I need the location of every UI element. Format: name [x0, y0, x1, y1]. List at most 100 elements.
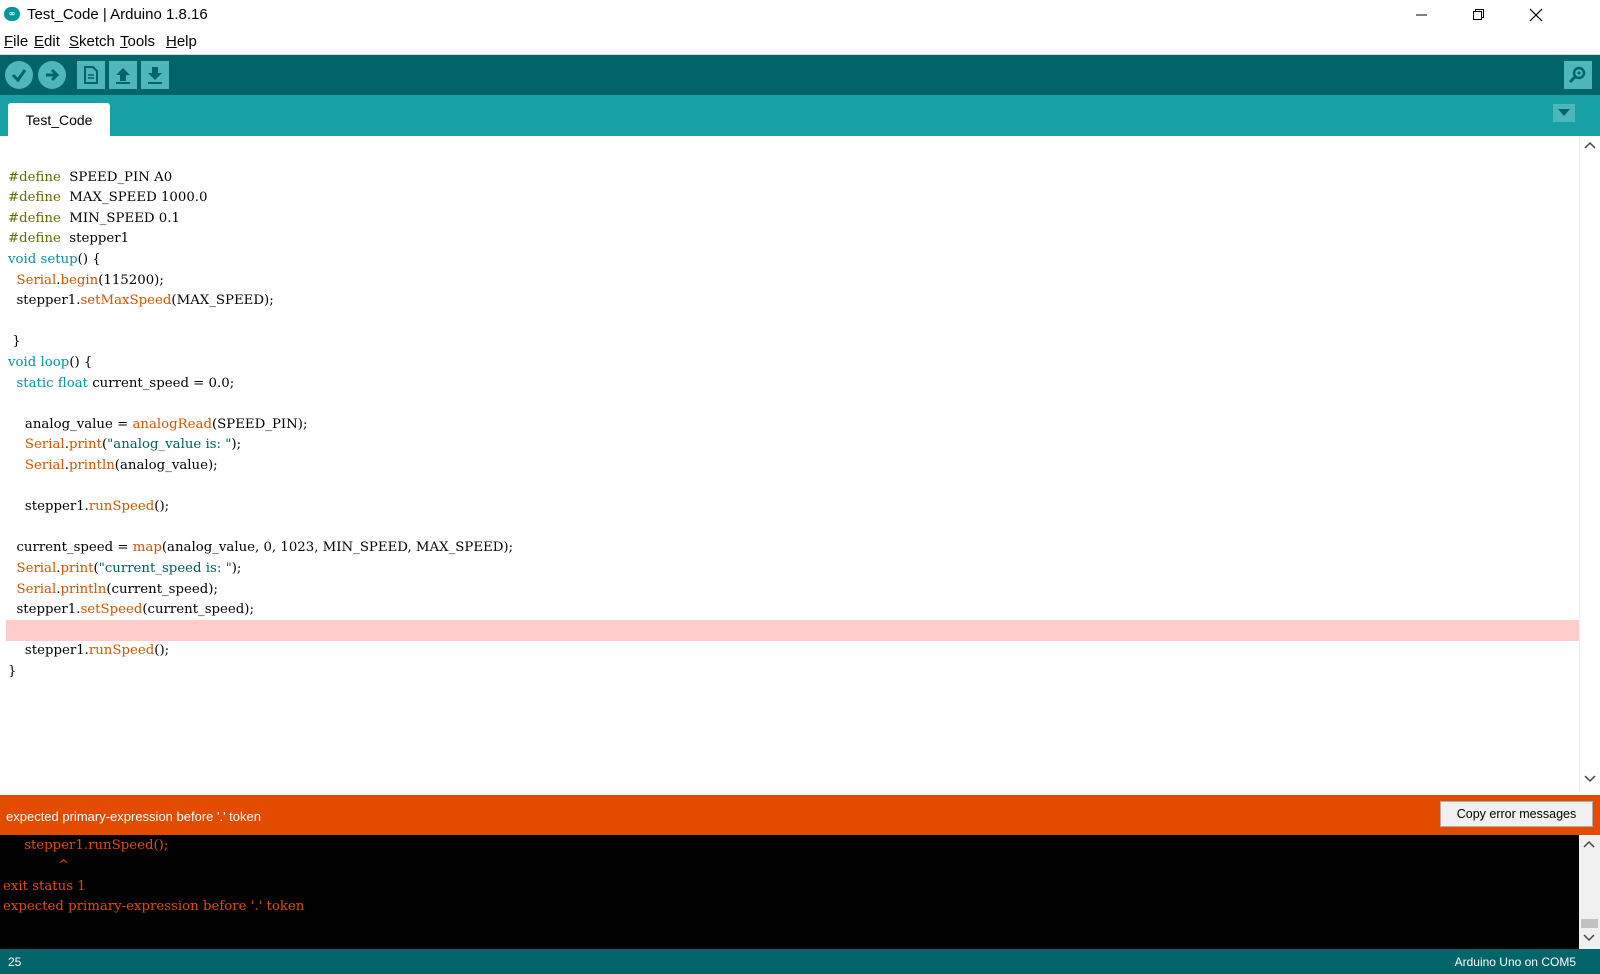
restore-button[interactable]	[1451, 0, 1507, 30]
magnifier-icon	[1568, 66, 1586, 84]
code-line: analog_value = analogRead(SPEED_PIN);	[8, 414, 308, 435]
code-line: #define MAX_SPEED 1000.0	[8, 187, 208, 208]
code-line: current_speed = map(analog_value, 0, 102…	[8, 537, 513, 558]
code-token: }	[8, 664, 17, 679]
code-token: (current_speed);	[142, 602, 254, 618]
code-line: void setup() {	[8, 249, 101, 270]
console-scroll-thumb[interactable]	[1581, 919, 1598, 928]
code-token: );	[231, 437, 242, 453]
scroll-up-icon[interactable]	[1583, 140, 1597, 150]
code-token: stepper1.	[8, 602, 81, 618]
code-line: void loop() {	[8, 352, 92, 373]
tab-menu-button[interactable]	[1553, 104, 1575, 122]
code-token: "analog_value is: "	[107, 437, 232, 453]
error-bar: expected primary-expression before '.' t…	[0, 795, 1600, 835]
new-sketch-button[interactable]	[77, 61, 105, 89]
code-line: #define MIN_SPEED 0.1	[8, 208, 180, 229]
menu-file-mnemonic: F	[4, 33, 14, 50]
code-line: #define SPEED_PIN A0	[8, 167, 172, 188]
code-token: Serial	[16, 272, 57, 288]
menu-help[interactable]: Help	[166, 33, 197, 50]
console-output[interactable]: Test_Code:25:5: error: expected primary-…	[0, 835, 1579, 949]
code-token: (analog_value, 0, 1023, MIN_SPEED, MAX_S…	[161, 540, 514, 556]
console-scrollbar[interactable]	[1579, 835, 1600, 949]
toolbar	[0, 55, 1600, 95]
code-token: ();	[154, 499, 170, 515]
code-token: () {	[77, 252, 101, 267]
menu-edit[interactable]: Edit	[34, 33, 60, 50]
menu-tools-label: ools	[127, 33, 156, 50]
save-sketch-button[interactable]	[141, 61, 169, 89]
new-file-icon	[84, 66, 98, 84]
tab-test-code[interactable]: Test_Code	[8, 103, 110, 136]
menu-tools[interactable]: Tools	[120, 33, 155, 50]
code-line: Serial.println(current_speed);	[8, 579, 218, 600]
code-line: }	[8, 661, 16, 682]
verify-button[interactable]	[5, 61, 33, 89]
error-message: expected primary-expression before '.' t…	[6, 809, 261, 824]
menu-help-label: elp	[176, 33, 197, 50]
code-token: Serial	[24, 437, 65, 453]
code-token: (analog_value);	[114, 458, 218, 473]
code-token: current_speed = 0.0;	[88, 375, 235, 391]
close-button[interactable]	[1508, 0, 1564, 30]
arrow-right-icon	[46, 68, 60, 82]
code-token: runSpeed	[88, 499, 155, 515]
menu-sketch[interactable]: Sketch	[69, 33, 115, 50]
scroll-down-icon[interactable]	[1583, 774, 1597, 784]
code-line: }	[8, 331, 21, 352]
code-token: void	[8, 355, 37, 370]
checkmark-icon	[11, 69, 27, 83]
arrow-up-icon	[116, 68, 130, 84]
code-line: Serial.print("current_speed is: ");	[8, 558, 241, 579]
menu-help-mnemonic: H	[166, 33, 177, 50]
code-token: runSpeed	[88, 643, 155, 659]
code-token: analog_value =	[8, 416, 133, 432]
code-editor[interactable]: #define SPEED_PIN A0 #define MAX_SPEED 10…	[0, 136, 1579, 792]
code-token: println	[60, 581, 107, 597]
code-token: setup	[40, 252, 78, 267]
error-line-highlight	[6, 619, 1579, 641]
minimize-icon	[1416, 14, 1427, 16]
editor-scrollbar[interactable]	[1579, 136, 1600, 792]
code-line: stepper1.runSpeed();	[8, 496, 169, 517]
console-line: expected primary-expression before '.' t…	[3, 899, 305, 915]
code-line: stepper1.setSpeed(current_speed);	[8, 599, 254, 620]
code-token: println	[68, 458, 115, 473]
code-token: "current_speed is: "	[98, 561, 232, 576]
code-token: (SPEED_PIN);	[211, 416, 308, 432]
restore-icon	[1473, 9, 1484, 20]
code-token: loop	[40, 355, 70, 370]
code-token: analogRead	[132, 416, 212, 432]
menu-file-label: ile	[13, 33, 29, 50]
menu-tools-mnemonic: T	[120, 33, 128, 50]
copy-error-messages-button[interactable]: Copy error messages	[1440, 801, 1593, 827]
code-token: #define	[8, 231, 61, 247]
open-sketch-button[interactable]	[109, 61, 137, 89]
scroll-up-icon[interactable]	[1582, 839, 1596, 849]
code-token: print	[60, 561, 94, 576]
code-token: Serial	[16, 561, 57, 576]
code-token: }	[8, 334, 21, 350]
upload-button[interactable]	[38, 61, 66, 89]
code-token: setMaxSpeed	[80, 293, 172, 309]
title-bar: ∞ Test_Code | Arduino 1.8.16	[0, 0, 1600, 30]
code-token: Serial	[24, 458, 65, 473]
code-line: #define stepper1	[8, 228, 129, 249]
code-token: (115200);	[98, 272, 164, 288]
code-token: );	[231, 561, 242, 576]
menu-file[interactable]: File	[4, 33, 28, 50]
minimize-button[interactable]	[1394, 0, 1450, 30]
status-bar: 25 Arduino Uno on COM5	[0, 949, 1600, 974]
code-token: current_speed =	[8, 540, 133, 556]
menu-sketch-label: ketch	[79, 33, 115, 50]
code-token: #define	[8, 210, 61, 226]
menu-bar: File Edit Sketch Tools Help	[0, 30, 1600, 55]
code-token: stepper1.	[8, 293, 81, 309]
arduino-logo-icon: ∞	[4, 7, 20, 21]
scroll-down-icon[interactable]	[1582, 933, 1596, 943]
code-token: (current_speed);	[106, 581, 218, 597]
serial-monitor-button[interactable]	[1564, 61, 1592, 89]
